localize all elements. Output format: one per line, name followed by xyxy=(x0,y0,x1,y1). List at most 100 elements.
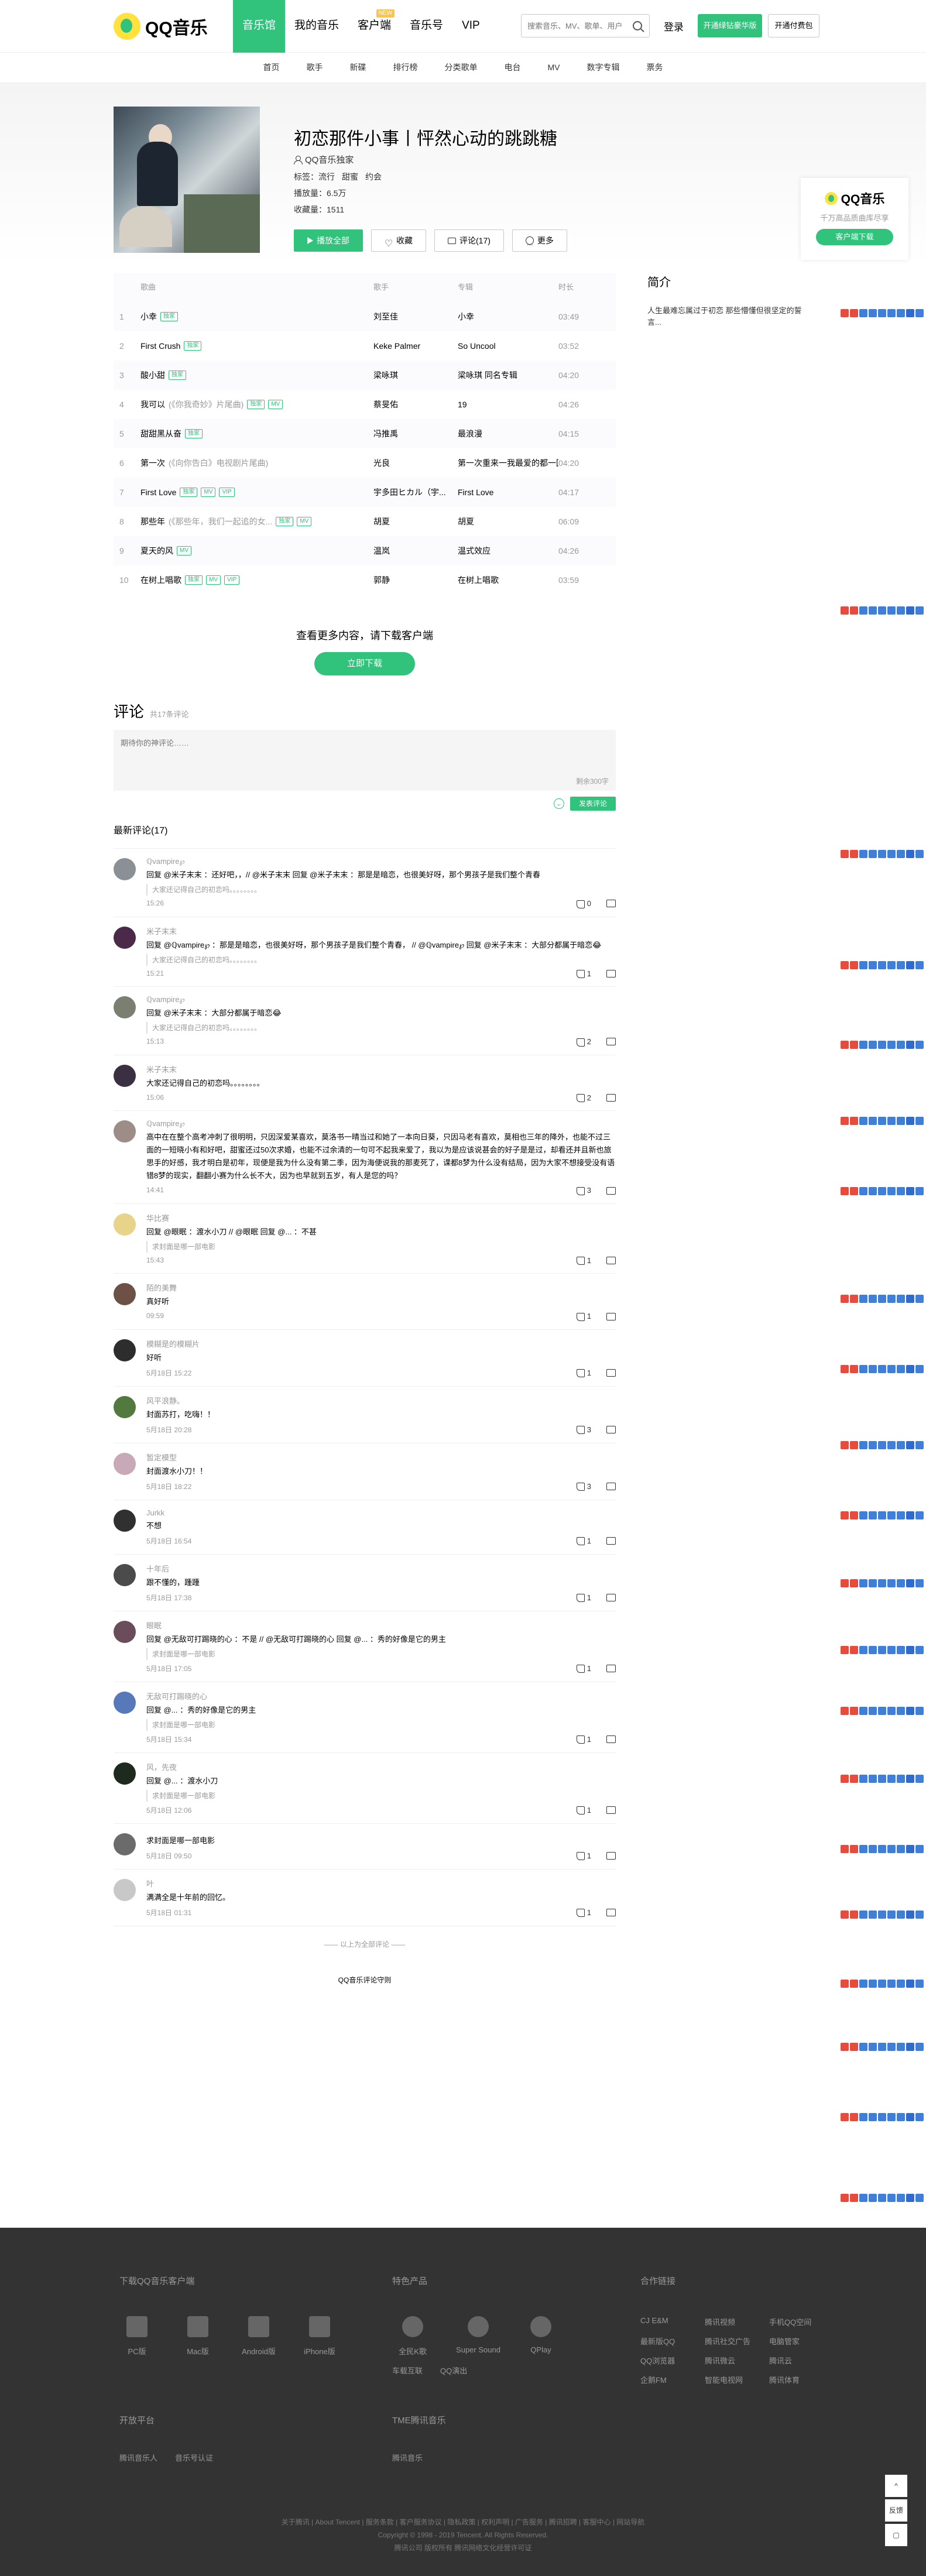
share-icon[interactable] xyxy=(906,1910,914,1919)
comment-author[interactable]: 陌的美舞 xyxy=(146,1282,177,1293)
song-row[interactable]: 8 那些年 (《那些年，我们一起追的女... 独家 MV 胡夏 胡夏 06:09 xyxy=(114,507,616,536)
avatar[interactable] xyxy=(114,1691,136,1714)
song-singer[interactable]: 宇多田ヒカル（宇... xyxy=(373,478,458,507)
avatar[interactable] xyxy=(114,1395,136,1418)
share-icon[interactable] xyxy=(878,1707,886,1715)
share-icon[interactable] xyxy=(915,1646,924,1654)
comment-rules-link[interactable]: QQ音乐评论守则 xyxy=(114,1975,616,1985)
comment-author[interactable]: 风，先夜 xyxy=(146,1761,177,1772)
share-icon[interactable] xyxy=(841,961,849,969)
like-button[interactable]: 1 xyxy=(576,1735,591,1744)
avatar[interactable] xyxy=(114,1620,136,1643)
song-name[interactable]: 酸小甜 xyxy=(140,361,165,390)
share-icon[interactable] xyxy=(887,1910,896,1919)
song-singer[interactable]: 胡夏 xyxy=(373,507,458,536)
comment-button[interactable]: 评论(17) xyxy=(434,229,504,252)
song-row[interactable]: 1 小幸 独家 刘至佳 小幸 03:49 xyxy=(114,302,616,331)
play-all-button[interactable]: 播放全部 xyxy=(294,229,363,252)
share-icon[interactable] xyxy=(897,1980,905,1988)
share-icon[interactable] xyxy=(859,2043,867,2051)
reply-icon[interactable] xyxy=(606,1425,616,1433)
share-icon[interactable] xyxy=(859,1041,867,1049)
share-icon[interactable] xyxy=(887,961,896,969)
reply-icon[interactable] xyxy=(606,1806,616,1814)
avatar[interactable] xyxy=(114,1878,136,1901)
share-icon-strip[interactable] xyxy=(837,1294,926,1304)
subnav-mv[interactable]: MV xyxy=(534,53,574,83)
share-icon[interactable] xyxy=(841,1646,849,1654)
avatar[interactable] xyxy=(114,1283,136,1306)
share-icon[interactable] xyxy=(897,1365,905,1373)
share-icon[interactable] xyxy=(850,850,858,858)
share-icon[interactable] xyxy=(915,309,924,317)
share-icon-strip[interactable] xyxy=(837,1909,926,1920)
share-icon[interactable] xyxy=(859,1365,867,1373)
nav-vip[interactable]: VIP xyxy=(452,0,489,53)
partner-link[interactable]: 腾讯视频 xyxy=(705,2316,769,2327)
comment-author[interactable]: 十年后 xyxy=(146,1563,169,1574)
share-icon[interactable] xyxy=(859,309,867,317)
nav-client[interactable]: 客户端 NEW xyxy=(348,0,400,53)
share-icon[interactable] xyxy=(887,1041,896,1049)
share-icon[interactable] xyxy=(878,1845,886,1853)
share-icon-strip[interactable] xyxy=(837,849,926,859)
like-button[interactable]: 1 xyxy=(576,1908,591,1918)
share-icon[interactable] xyxy=(878,1295,886,1303)
share-icon[interactable] xyxy=(887,2194,896,2202)
share-icon[interactable] xyxy=(841,850,849,858)
share-icon[interactable] xyxy=(906,1511,914,1519)
product-show[interactable]: QQ演出 xyxy=(440,2365,467,2376)
qq-music-logo[interactable]: QQ音乐 xyxy=(114,13,208,40)
share-icon[interactable] xyxy=(887,1295,896,1303)
more-button[interactable]: 更多 xyxy=(512,229,567,254)
share-icon-strip[interactable] xyxy=(837,2193,926,2203)
reply-icon[interactable] xyxy=(606,969,616,977)
share-icon[interactable] xyxy=(841,1845,849,1853)
share-icon[interactable] xyxy=(878,1910,886,1919)
partner-link[interactable]: QQ浏览器 xyxy=(640,2355,705,2366)
share-icon[interactable] xyxy=(869,309,877,317)
song-album[interactable]: 在树上唱歌 xyxy=(458,565,558,595)
share-icon[interactable] xyxy=(878,1775,886,1783)
comment-author[interactable]: 眼眠 xyxy=(146,1620,162,1631)
share-icon[interactable] xyxy=(878,2194,886,2202)
share-icon[interactable] xyxy=(850,1646,858,1654)
comment-input[interactable] xyxy=(114,730,616,777)
share-icon[interactable] xyxy=(915,1775,924,1783)
song-name[interactable]: 那些年 xyxy=(140,507,165,536)
share-icon[interactable] xyxy=(906,1365,914,1373)
share-icon[interactable] xyxy=(841,1441,849,1449)
share-icon[interactable] xyxy=(878,2043,886,2051)
like-button[interactable]: 3 xyxy=(576,1186,591,1195)
subnav-new-album[interactable]: 新碟 xyxy=(337,53,380,83)
share-icon[interactable] xyxy=(859,1775,867,1783)
song-singer[interactable]: 刘至佳 xyxy=(373,302,458,331)
share-icon[interactable] xyxy=(878,1579,886,1587)
share-icon[interactable] xyxy=(850,2043,858,2051)
emoji-icon[interactable] xyxy=(554,798,564,809)
song-album[interactable]: 梁咏琪 同名专辑 xyxy=(458,361,558,390)
share-icon[interactable] xyxy=(869,1295,877,1303)
share-icon-strip[interactable] xyxy=(837,1578,926,1589)
share-icon[interactable] xyxy=(878,309,886,317)
like-button[interactable]: 2 xyxy=(576,1093,591,1103)
share-icon[interactable] xyxy=(897,606,905,615)
login-link[interactable]: 登录 xyxy=(664,19,684,33)
share-icon[interactable] xyxy=(897,1646,905,1654)
comment-author[interactable]: 米子末末 xyxy=(146,925,177,937)
share-icon-strip[interactable] xyxy=(837,2042,926,2052)
share-icon[interactable] xyxy=(887,2043,896,2051)
footer-links-line[interactable]: 关于腾讯 | About Tencent | 服务条款 | 客户服务协议 | 隐… xyxy=(0,2516,926,2529)
share-icon[interactable] xyxy=(887,1646,896,1654)
share-icon[interactable] xyxy=(897,1579,905,1587)
song-album[interactable]: 小幸 xyxy=(458,302,558,331)
song-row[interactable]: 5 甜甜黑从奋 独家 冯推禹 最浪漫 04:15 xyxy=(114,419,616,448)
share-icon[interactable] xyxy=(850,1910,858,1919)
share-icon[interactable] xyxy=(850,1187,858,1195)
partner-link[interactable]: 企鹅FM xyxy=(640,2374,705,2385)
comment-author[interactable]: 叶 xyxy=(146,1878,154,1889)
search-icon[interactable] xyxy=(633,21,642,30)
avatar[interactable] xyxy=(114,1064,136,1087)
share-icon[interactable] xyxy=(906,1579,914,1587)
share-icon[interactable] xyxy=(915,1579,924,1587)
